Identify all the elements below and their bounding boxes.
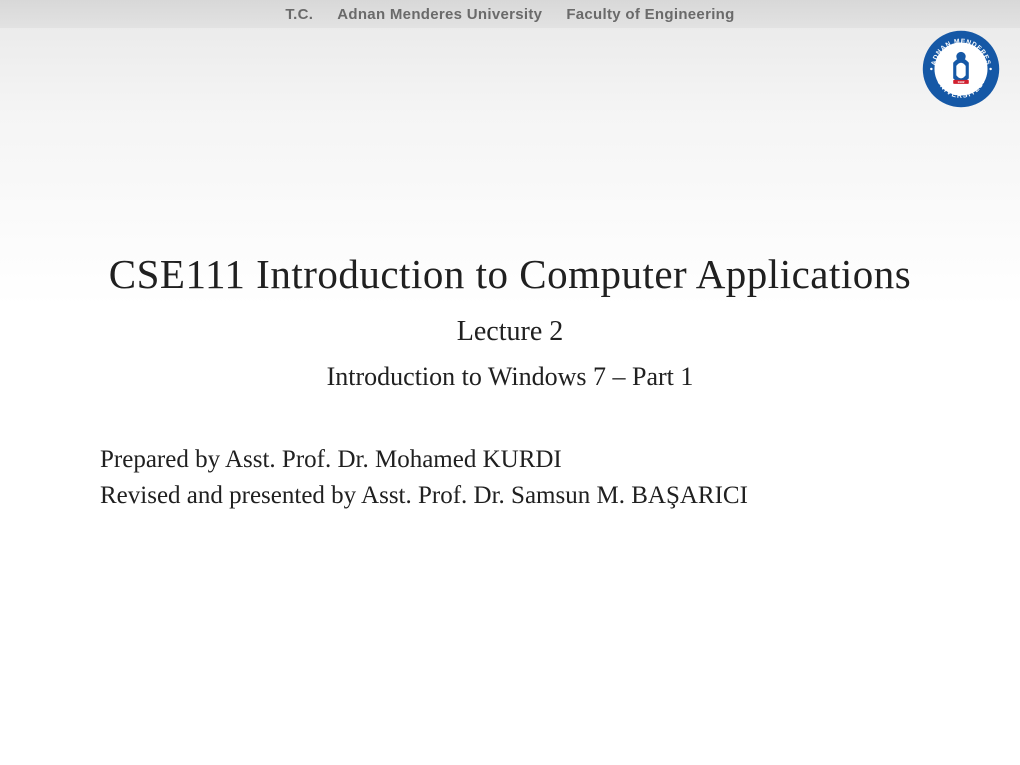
logo-year: 1992 bbox=[958, 80, 965, 84]
header-university: Adnan Menderes University bbox=[337, 6, 542, 23]
header-bar: T.C. Adnan Menderes University Faculty o… bbox=[0, 0, 1020, 28]
credits-block: Prepared by Asst. Prof. Dr. Mohamed KURD… bbox=[100, 442, 1020, 515]
slide-content: CSE111 Introduction to Computer Applicat… bbox=[0, 250, 1020, 515]
lecture-number: Lecture 2 bbox=[0, 316, 1020, 348]
presented-by: Revised and presented by Asst. Prof. Dr.… bbox=[100, 478, 1020, 514]
prepared-by: Prepared by Asst. Prof. Dr. Mohamed KURD… bbox=[100, 442, 1020, 478]
header-faculty: Faculty of Engineering bbox=[566, 6, 734, 23]
course-title: CSE111 Introduction to Computer Applicat… bbox=[0, 250, 1020, 298]
lecture-topic: Introduction to Windows 7 – Part 1 bbox=[0, 362, 1020, 392]
university-logo: ADNAN MENDERES ÜNİVERSİTESİ 1992 bbox=[922, 30, 1000, 108]
header-tc: T.C. bbox=[285, 6, 313, 23]
